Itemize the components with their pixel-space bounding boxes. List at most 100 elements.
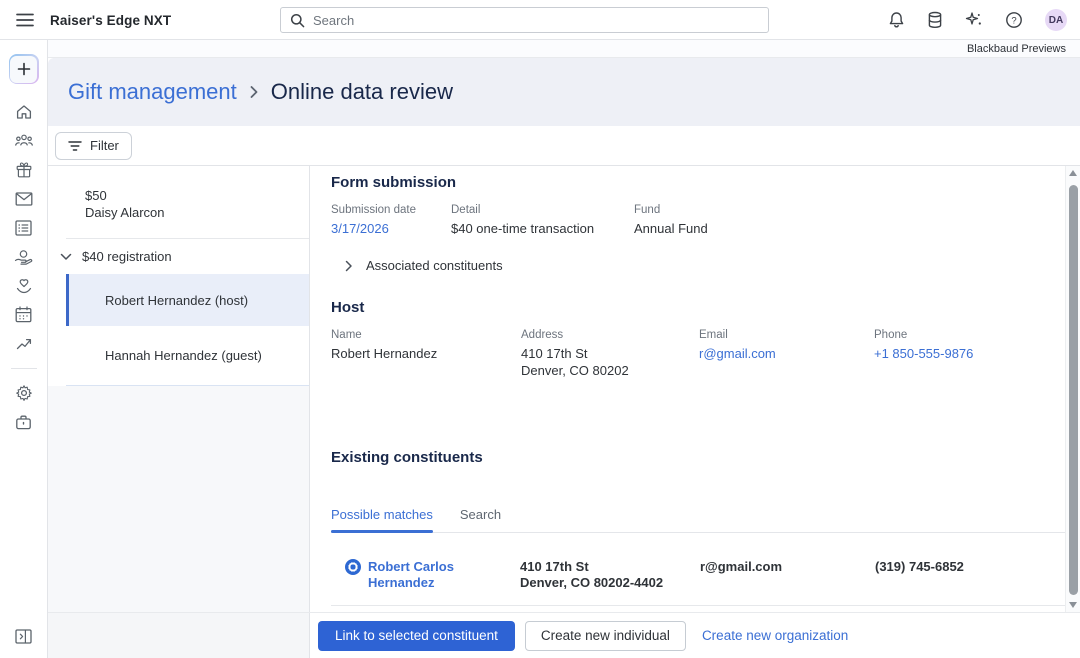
scroll-down-arrow[interactable] — [1069, 602, 1077, 608]
calendar-icon[interactable] — [0, 300, 48, 329]
field-label: Name — [331, 329, 362, 341]
field-label: Phone — [874, 329, 908, 341]
field-value: $40 one-time transaction — [451, 221, 595, 236]
page-header-banner: Gift management Online data review — [48, 58, 1080, 126]
tab-label: Search — [459, 507, 502, 522]
transactions-panel: $50 Daisy Alarcon $40 registration Rober… — [48, 166, 310, 612]
address-line-2: Denver, CO 80202 — [521, 363, 629, 378]
field-submission-date: Submission date 3/17/2026 — [331, 204, 451, 237]
constituents-icon[interactable] — [0, 126, 48, 155]
field-detail: Detail $40 one-time transaction — [451, 204, 634, 237]
scroll-up-arrow[interactable] — [1069, 170, 1077, 176]
database-icon[interactable] — [927, 11, 943, 29]
fundraising-icon[interactable] — [0, 242, 48, 271]
associated-constituents-label: Associated constituents — [366, 258, 503, 273]
ai-sparkle-icon[interactable] — [965, 11, 983, 29]
address-line-2: Denver, CO 80202-4402 — [520, 575, 664, 590]
field-label: Email — [699, 329, 728, 341]
submission-date-link[interactable]: 3/17/2026 — [331, 221, 451, 237]
filter-label: Filter — [90, 138, 119, 153]
search-input[interactable] — [313, 12, 759, 28]
field-fund: Fund Annual Fund — [634, 204, 708, 237]
field-label: Fund — [634, 204, 661, 216]
app-window: Raiser's Edge NXT ? DA — [0, 0, 1080, 658]
lists-icon[interactable] — [0, 213, 48, 242]
create-new-organization-link[interactable]: Create new organization — [702, 628, 848, 643]
match-name-cell: Robert Carlos Hernandez — [345, 559, 520, 591]
field-phone: Phone +1 850-555-9876 — [874, 329, 973, 379]
field-address: Address 410 17th St Denver, CO 80202 — [521, 329, 699, 379]
action-footer: Link to selected constituent Create new … — [48, 612, 1080, 658]
panel-empty-area — [48, 386, 309, 612]
page-title: Online data review — [270, 79, 453, 104]
address-line-1: 410 17th St — [520, 559, 589, 574]
scrollbar-thumb[interactable] — [1068, 185, 1078, 595]
host-heading: Host — [331, 299, 365, 316]
phone-link[interactable]: +1 850-555-9876 — [874, 346, 973, 362]
breadcrumb-parent-link[interactable]: Gift management — [68, 79, 237, 105]
create-new-individual-button[interactable]: Create new individual — [524, 620, 686, 651]
add-button[interactable] — [8, 54, 39, 84]
form-submission-fields: Submission date 3/17/2026 Detail $40 one… — [331, 204, 1080, 237]
list-item-label: Hannah Hernandez (guest) — [105, 348, 262, 363]
field-email: Email r@gmail.com — [699, 329, 874, 379]
nav-icon-list — [0, 97, 48, 358]
form-submission-heading: Form submission — [331, 174, 457, 191]
app-title: Raiser's Edge NXT — [50, 12, 172, 28]
collapse-panel-icon[interactable] — [15, 629, 32, 644]
events-icon[interactable] — [0, 271, 48, 300]
transaction-amount: $50 — [85, 188, 107, 203]
field-value: Robert Hernandez — [331, 346, 438, 361]
constituent-link[interactable]: Robert Carlos Hernandez — [368, 559, 520, 591]
global-search[interactable] — [280, 7, 769, 33]
detail-pane: Form submission Submission date 3/17/202… — [310, 166, 1080, 612]
filter-button[interactable]: Filter — [55, 131, 132, 160]
chevron-right-icon — [345, 260, 353, 272]
email-icon[interactable] — [0, 184, 48, 213]
settings-gear-icon[interactable] — [0, 378, 48, 407]
hamburger-menu-icon[interactable] — [16, 13, 34, 27]
sidebar-divider — [10, 368, 37, 369]
chevron-right-icon — [249, 84, 259, 100]
list-item-hannah-hernandez-guest[interactable]: Hannah Hernandez (guest) — [48, 326, 309, 385]
field-label: Detail — [451, 204, 481, 216]
top-bar: Raiser's Edge NXT ? DA — [0, 0, 1080, 40]
existing-constituents-heading: Existing constituents — [331, 449, 483, 466]
filter-icon — [68, 140, 82, 152]
link-to-selected-constituent-button[interactable]: Link to selected constituent — [318, 620, 515, 651]
radio-selected[interactable] — [345, 559, 361, 575]
email-link[interactable]: r@gmail.com — [699, 346, 874, 362]
match-address-cell: 410 17th St Denver, CO 80202-4402 — [520, 559, 700, 591]
associated-constituents-toggle[interactable]: Associated constituents — [331, 258, 1080, 273]
group-label: $40 registration — [82, 249, 172, 264]
list-item-daisy-alarcon[interactable]: $50 Daisy Alarcon — [48, 166, 309, 238]
active-tab-underline — [331, 530, 433, 533]
match-email-cell: r@gmail.com — [700, 559, 783, 574]
chevron-down-icon — [60, 253, 72, 261]
plus-icon — [10, 55, 37, 83]
help-icon[interactable]: ? — [1005, 11, 1023, 29]
avatar[interactable]: DA — [1045, 9, 1067, 31]
previews-label: Blackbaud Previews — [966, 42, 1066, 55]
tab-possible-matches[interactable]: Possible matches — [331, 507, 433, 533]
field-value: Annual Fund — [634, 221, 708, 236]
search-icon — [290, 13, 305, 28]
notifications-bell-icon[interactable] — [888, 11, 905, 29]
field-name: Name Robert Hernandez — [331, 329, 521, 379]
previews-bar: Blackbaud Previews — [48, 40, 1080, 58]
analysis-icon[interactable] — [0, 329, 48, 358]
field-label: Address — [521, 329, 564, 341]
home-icon[interactable] — [0, 97, 48, 126]
nav-sidebar — [0, 40, 48, 658]
field-label: Submission date — [331, 204, 417, 216]
match-row[interactable]: Robert Carlos Hernandez 410 17th St Denv… — [331, 533, 1080, 606]
footer-left-spacer — [48, 613, 310, 658]
vertical-scrollbar[interactable] — [1065, 166, 1080, 612]
gifts-icon[interactable] — [0, 155, 48, 184]
tab-label: Possible matches — [331, 507, 433, 522]
transaction-name: Daisy Alarcon — [85, 205, 165, 220]
tab-search[interactable]: Search — [460, 507, 501, 532]
list-group-40-registration[interactable]: $40 registration — [48, 239, 309, 274]
tools-icon[interactable] — [0, 407, 48, 436]
list-item-robert-hernandez-host[interactable]: Robert Hernandez (host) — [66, 274, 309, 326]
